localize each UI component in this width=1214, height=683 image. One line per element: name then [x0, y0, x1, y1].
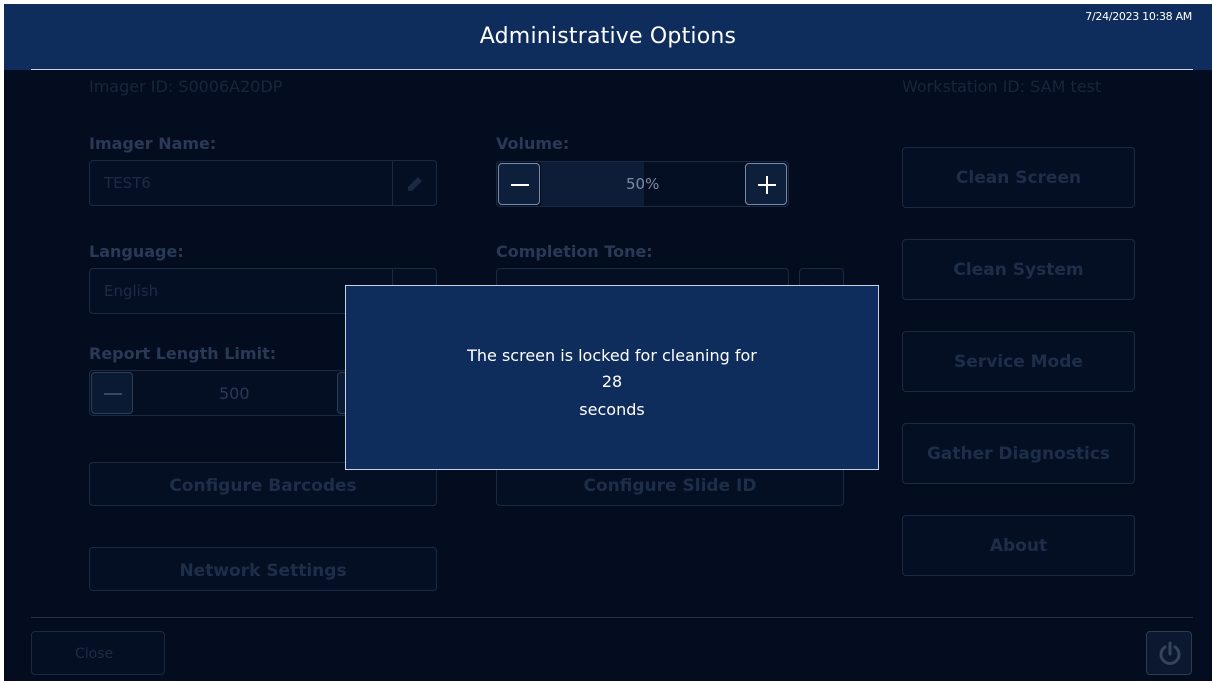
report-length-label: Report Length Limit:: [89, 344, 277, 363]
lock-message: The screen is locked for cleaning for: [467, 346, 757, 365]
volume-decrease-button[interactable]: [498, 163, 540, 205]
imager-name-value: TEST6: [104, 174, 151, 192]
imager-name-field[interactable]: TEST6: [89, 160, 437, 206]
volume-stepper: 50%: [496, 161, 789, 207]
page-title: Administrative Options: [479, 24, 737, 49]
completion-tone-label: Completion Tone:: [496, 242, 653, 261]
workstation-id: Workstation ID: SAM test: [902, 77, 1102, 96]
service-mode-button[interactable]: Service Mode: [902, 331, 1135, 392]
cleaning-lock-dialog: The screen is locked for cleaning for 28…: [345, 285, 879, 470]
volume-label: Volume:: [496, 134, 570, 153]
imager-id: Imager ID: S0006A20DP: [89, 77, 283, 96]
power-icon: [1159, 641, 1181, 665]
network-settings-button[interactable]: Network Settings: [89, 547, 437, 591]
footer-divider: [31, 617, 1193, 618]
minus-icon: [104, 393, 122, 395]
datetime-display: 7/24/2023 10:38 AM: [1085, 10, 1192, 23]
volume-value: 50%: [626, 175, 660, 193]
language-label: Language:: [89, 242, 184, 261]
pencil-icon[interactable]: [404, 173, 426, 195]
gather-diagnostics-button[interactable]: Gather Diagnostics: [902, 423, 1135, 484]
report-length-value: 500: [219, 384, 250, 403]
admin-options-screen: Administrative Options 7/24/2023 10:38 A…: [4, 4, 1212, 681]
report-length-decrease-button[interactable]: [91, 372, 133, 414]
power-button[interactable]: [1146, 631, 1192, 675]
lock-seconds-unit: seconds: [579, 400, 645, 419]
header-divider: [31, 69, 1193, 70]
close-button[interactable]: Close: [31, 631, 165, 675]
clean-system-button[interactable]: Clean System: [902, 239, 1135, 300]
title-bar: Administrative Options 7/24/2023 10:38 A…: [4, 4, 1212, 70]
minus-icon: [511, 184, 529, 186]
language-value: English: [104, 282, 159, 300]
clean-screen-button[interactable]: Clean Screen: [902, 147, 1135, 208]
plus-icon: [766, 176, 768, 194]
lock-seconds-count: 28: [601, 372, 623, 391]
imager-name-label: Imager Name:: [89, 134, 217, 153]
volume-increase-button[interactable]: [745, 163, 787, 205]
about-button[interactable]: About: [902, 515, 1135, 576]
